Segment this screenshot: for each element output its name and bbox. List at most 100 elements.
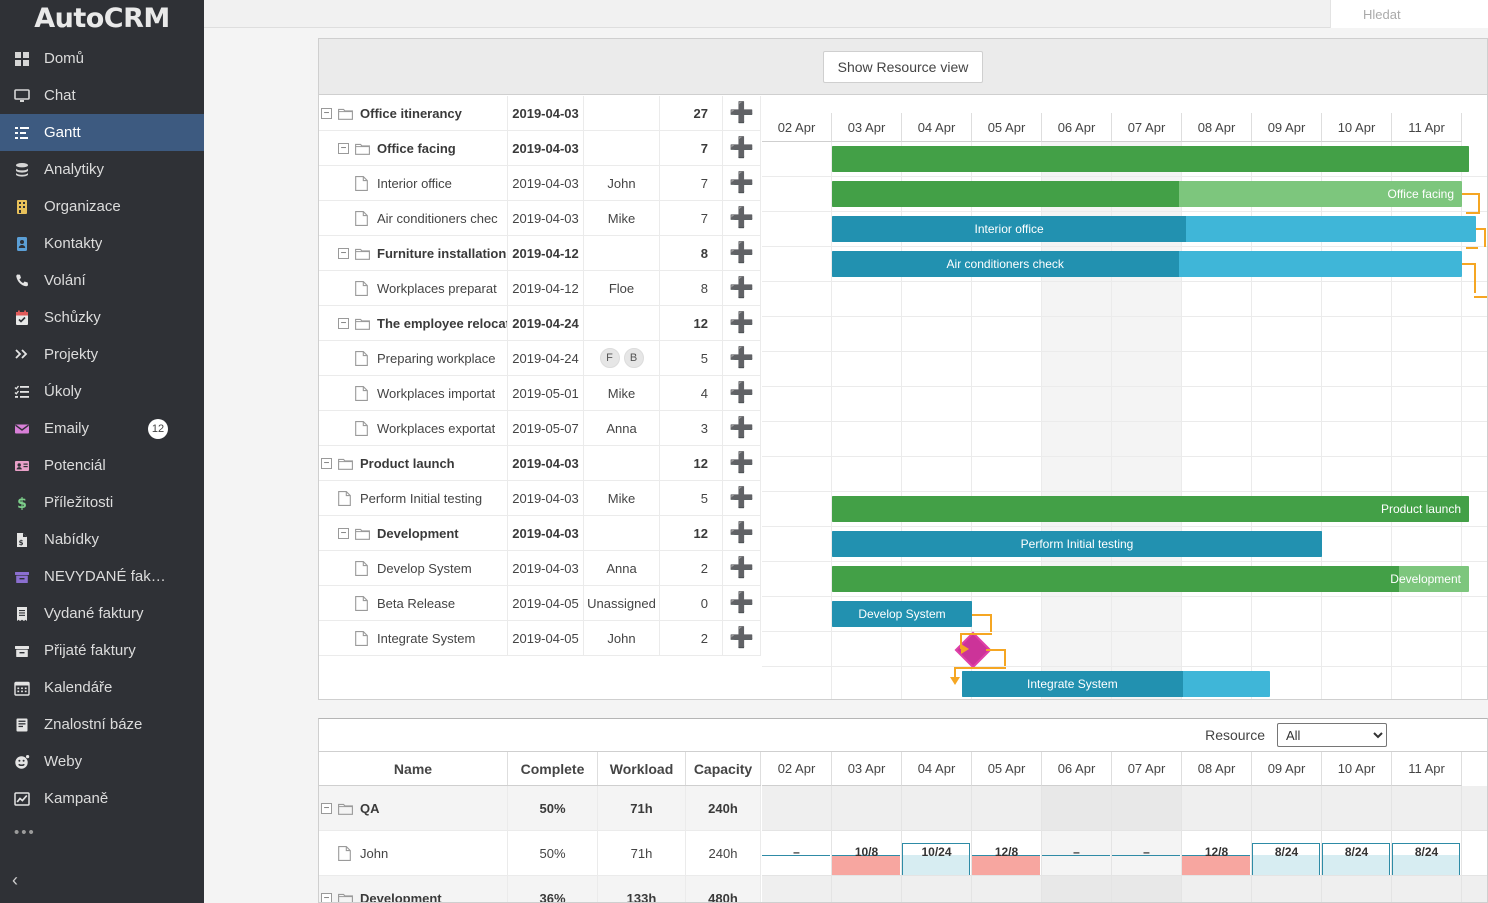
resource-cell[interactable]: – [1112, 831, 1182, 875]
sidebar-item-organizace[interactable]: Organizace [0, 188, 204, 225]
cell-add-task[interactable]: ➕ [723, 411, 761, 445]
sidebar-item-sch-zky[interactable]: Schůzky [0, 299, 204, 336]
cell-add-task[interactable]: ➕ [723, 621, 761, 655]
resource-timeline-body[interactable]: –10/810/2412/8––12/88/248/248/24 [762, 786, 1487, 902]
resource-cell[interactable] [762, 876, 832, 902]
table-row[interactable]: −Office itinerancy2019-04-0327➕ [319, 96, 761, 131]
sidebar-item-vydan-faktury[interactable]: Vydané faktury [0, 595, 204, 632]
sidebar-item-kontakty[interactable]: Kontakty [0, 225, 204, 262]
resource-cell[interactable] [832, 786, 902, 830]
table-row[interactable]: Air conditioners chec2019-04-03Mike7➕ [319, 201, 761, 236]
gantt-bar[interactable]: Air conditioners check [832, 251, 1462, 277]
cell-add-task[interactable]: ➕ [723, 446, 761, 480]
plus-icon[interactable]: ➕ [729, 208, 754, 228]
col-header-capacity[interactable]: Capacity [686, 752, 761, 785]
resource-filter-select[interactable]: All [1277, 723, 1387, 747]
resource-cell[interactable] [1112, 876, 1182, 902]
table-row[interactable]: Integrate System2019-04-05John2➕ [319, 621, 761, 656]
table-row[interactable]: Develop System2019-04-03Anna2➕ [319, 551, 761, 586]
plus-icon[interactable]: ➕ [729, 488, 754, 508]
resource-cell[interactable] [1112, 786, 1182, 830]
resource-cell[interactable]: 8/24 [1392, 831, 1462, 875]
table-row[interactable]: −Office facing2019-04-037➕ [319, 131, 761, 166]
resource-cell[interactable] [902, 876, 972, 902]
table-row[interactable]: −Product launch2019-04-0312➕ [319, 446, 761, 481]
resource-cell[interactable] [832, 876, 902, 902]
resource-cell[interactable] [1252, 876, 1322, 902]
table-row[interactable]: Workplaces importat2019-05-01Mike4➕ [319, 376, 761, 411]
resource-cell[interactable] [762, 786, 832, 830]
cell-add-task[interactable]: ➕ [723, 166, 761, 200]
resource-cell[interactable] [972, 876, 1042, 902]
sidebar-item-weby[interactable]: Weby [0, 743, 204, 780]
col-header-workload[interactable]: Workload [598, 752, 686, 785]
resource-cell[interactable] [902, 786, 972, 830]
resource-cell[interactable] [1392, 786, 1462, 830]
row-expander[interactable]: − [338, 528, 349, 539]
plus-icon[interactable]: ➕ [729, 628, 754, 648]
sidebar-item-p-ijat-faktury[interactable]: Přijaté faktury [0, 632, 204, 669]
sidebar-item-kalend-e[interactable]: Kalendáře [0, 669, 204, 706]
sidebar-item-projekty[interactable]: Projekty [0, 336, 204, 373]
resource-cell[interactable]: 10/8 [832, 831, 902, 875]
resource-cell[interactable] [1392, 876, 1462, 902]
sidebar-item-potenci-l[interactable]: Potenciál [0, 447, 204, 484]
sidebar-item-koly[interactable]: Úkoly [0, 373, 204, 410]
col-header-complete[interactable]: Complete [508, 752, 598, 785]
resource-cell[interactable] [1042, 876, 1112, 902]
gantt-bar[interactable]: Integrate System [962, 671, 1270, 697]
cell-add-task[interactable]: ➕ [723, 376, 761, 410]
sidebar-item-nevydan-fak[interactable]: NEVYDANÉ fak… [0, 558, 204, 595]
plus-icon[interactable]: ➕ [729, 313, 754, 333]
col-header-name[interactable]: Name [319, 752, 508, 785]
plus-icon[interactable]: ➕ [729, 523, 754, 543]
gantt-bar[interactable]: Development [832, 566, 1469, 592]
row-expander[interactable]: − [321, 893, 332, 903]
resource-cell[interactable]: 10/24 [902, 831, 972, 875]
row-expander[interactable]: − [338, 318, 349, 329]
table-row[interactable]: −Development2019-04-0312➕ [319, 516, 761, 551]
sidebar-item-kampan[interactable]: Kampaně [0, 780, 204, 817]
sidebar-collapse-icon[interactable]: ‹ [12, 870, 18, 891]
gantt-bar[interactable]: Perform Initial testing [832, 531, 1322, 557]
row-expander[interactable]: − [321, 803, 332, 814]
sidebar-item-nab-dky[interactable]: $Nabídky [0, 521, 204, 558]
resource-cell[interactable]: 8/24 [1252, 831, 1322, 875]
sidebar-item-p-le-itosti[interactable]: $Příležitosti [0, 484, 204, 521]
sidebar-item-vol-n[interactable]: Volání [0, 262, 204, 299]
cell-add-task[interactable]: ➕ [723, 306, 761, 340]
plus-icon[interactable]: ➕ [729, 418, 754, 438]
table-row[interactable]: Perform Initial testing2019-04-03Mike5➕ [319, 481, 761, 516]
resource-cell[interactable] [1182, 786, 1252, 830]
cell-add-task[interactable]: ➕ [723, 481, 761, 515]
resource-cell[interactable] [1042, 786, 1112, 830]
plus-icon[interactable]: ➕ [729, 383, 754, 403]
cell-add-task[interactable]: ➕ [723, 96, 761, 130]
table-row[interactable]: Workplaces preparat2019-04-12Floe8➕ [319, 271, 761, 306]
avatar[interactable]: B [624, 348, 644, 368]
resource-cell[interactable] [1322, 876, 1392, 902]
cell-add-task[interactable]: ➕ [723, 236, 761, 270]
table-row[interactable]: −The employee relocat2019-04-2412➕ [319, 306, 761, 341]
gantt-bar[interactable] [832, 146, 1469, 172]
cell-add-task[interactable]: ➕ [723, 131, 761, 165]
search-input[interactable] [1331, 0, 1488, 28]
cell-add-task[interactable]: ➕ [723, 551, 761, 585]
resource-cell[interactable]: – [762, 831, 832, 875]
plus-icon[interactable]: ➕ [729, 593, 754, 613]
sidebar-more-button[interactable]: ••• [0, 817, 204, 847]
table-row[interactable]: Interior office2019-04-03John7➕ [319, 166, 761, 201]
resource-cell[interactable] [1322, 786, 1392, 830]
gantt-bar[interactable]: Product launch [832, 496, 1469, 522]
resource-cell[interactable]: 12/8 [1182, 831, 1252, 875]
sidebar-item-analytiky[interactable]: Analytiky [0, 151, 204, 188]
resource-cell[interactable]: – [1042, 831, 1112, 875]
sidebar-item-znalostn-b-ze[interactable]: Znalostní báze [0, 706, 204, 743]
resource-row[interactable]: −Development36%133h480h [319, 876, 761, 903]
resource-cell[interactable]: 8/24 [1322, 831, 1392, 875]
table-row[interactable]: Workplaces exportat2019-05-07Anna3➕ [319, 411, 761, 446]
resource-row[interactable]: John50%71h240h [319, 831, 761, 876]
sidebar-item-dom[interactable]: Domů [0, 40, 204, 77]
sidebar-item-emaily[interactable]: Emaily12 [0, 410, 204, 447]
table-row[interactable]: −Furniture installation2019-04-128➕ [319, 236, 761, 271]
